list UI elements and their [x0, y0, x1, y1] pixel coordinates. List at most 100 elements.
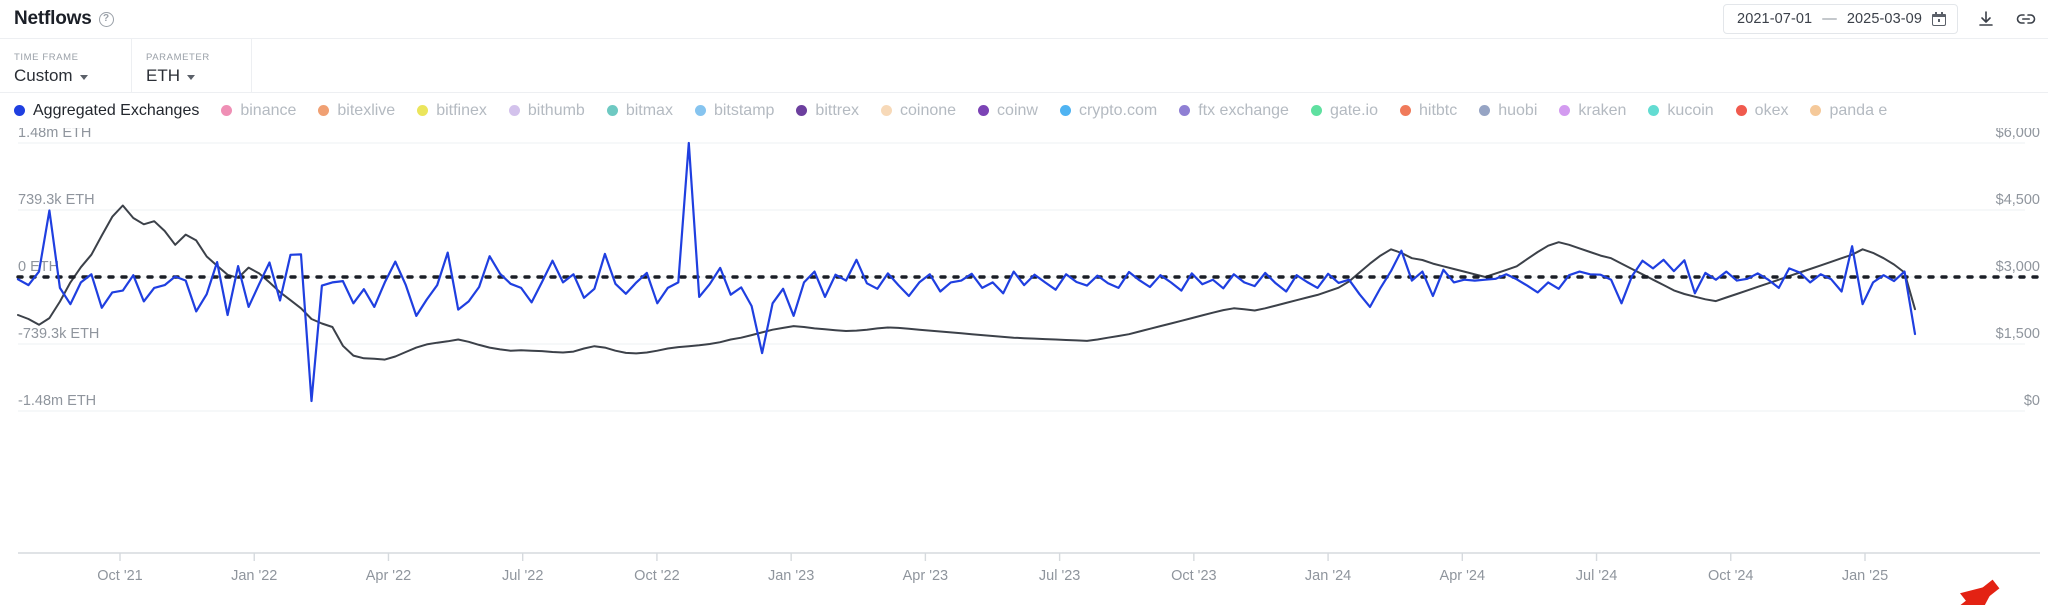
page-header: Netflows ? 2021-07-01 — 2025-03-09 [0, 0, 2048, 38]
date-range-separator: — [1822, 11, 1837, 27]
legend-color-dot [1399, 105, 1411, 116]
parameter-value: ETH [146, 66, 180, 85]
x-axis-tick-label: Oct '24 [1708, 568, 1753, 584]
calendar-icon [1932, 12, 1946, 26]
legend-item-bitstamp[interactable]: bitstamp [694, 101, 775, 120]
legend-item-label: hitbtc [1418, 101, 1458, 119]
parameter-dropdown[interactable]: ETH [146, 66, 235, 86]
legend-item-bitmax[interactable]: bitmax [606, 101, 673, 120]
legend-color-dot [1559, 105, 1571, 116]
legend-color-dot [881, 105, 892, 116]
x-axis-tick-label: Oct '23 [1171, 568, 1216, 584]
y2-axis-tick-label: $4,500 [1996, 192, 2040, 208]
legend-item-label: coinone [900, 101, 957, 119]
time-frame-label: TIME FRAME [14, 52, 79, 63]
x-axis-tick-label: Oct '22 [634, 568, 679, 584]
legend-item-gate-io[interactable]: gate.io [1310, 101, 1378, 120]
legend-color-dot [1310, 105, 1322, 116]
legend-color-dot [318, 105, 330, 116]
legend-color-dot [417, 105, 429, 116]
legend-item-label: kucoin [1667, 101, 1714, 119]
legend-item-label: binance [240, 101, 297, 119]
legend-item-label: ftx exchange [1198, 101, 1289, 119]
chevron-down-icon [79, 75, 88, 80]
legend-item-label: panda e [1829, 101, 1888, 119]
legend-item-label: gate.io [1329, 101, 1378, 119]
legend-item-bitfinex[interactable]: bitfinex [417, 102, 487, 120]
legend-item-label: huobi [1498, 101, 1538, 119]
chevron-down-icon [187, 75, 195, 80]
legend-item-bitexlive[interactable]: bitexlive [318, 102, 395, 120]
legend-item-label: bitstamp [713, 101, 775, 119]
y-axis-tick-label: -1.48m ETH [18, 393, 96, 409]
legend-color-dot [978, 105, 990, 116]
legend-color-dot [221, 105, 233, 116]
legend-item-panda-e[interactable]: panda e [1810, 102, 1887, 120]
red-arrow-right [1960, 579, 2000, 605]
x-axis-tick-label: Jan '24 [1305, 568, 1351, 584]
x-axis-tick-label: Jul '24 [1576, 568, 1617, 584]
series-legend: Aggregated Exchanges binance bitexlive bitf… [0, 93, 2048, 128]
date-end-value: 2025-03-09 [1846, 11, 1922, 27]
legend-item-label: Aggregated Exchanges [33, 101, 200, 119]
legend-item-bithumb[interactable]: bithumb [508, 102, 585, 120]
x-axis-tick-label: Jul '22 [502, 568, 543, 584]
legend-item-ftx-exchange[interactable]: ftx exchange [1179, 102, 1289, 120]
date-start-value: 2021-07-01 [1737, 11, 1813, 27]
y-axis-tick-label: -739.3k ETH [18, 326, 99, 342]
header-actions: 2021-07-01 — 2025-03-09 [1723, 4, 2048, 34]
legend-color-dot [1648, 105, 1660, 116]
legend-item-aggregated-exchanges[interactable]: Aggregated Exchanges [14, 102, 199, 120]
legend-item-label: bittrex [815, 101, 859, 119]
download-icon[interactable] [1974, 7, 1998, 31]
legend-item-label: bitexlive [337, 101, 396, 119]
legend-color-dot [1179, 105, 1191, 116]
y2-axis-tick-label: $1,500 [1996, 326, 2040, 342]
controls-spacer [252, 39, 2048, 92]
time-frame-control[interactable]: TIME FRAME Custom [0, 39, 132, 92]
legend-color-dot [1059, 105, 1071, 116]
controls-bar: TIME FRAME Custom PARAMETER ETH [0, 38, 2048, 93]
legend-color-dot [1479, 105, 1491, 116]
title-group: Netflows ? [0, 8, 114, 30]
x-axis-tick-label: Apr '23 [903, 568, 949, 584]
time-frame-dropdown[interactable]: Custom [14, 66, 115, 86]
legend-color-dot [796, 105, 808, 116]
legend-item-okex[interactable]: okex [1735, 101, 1789, 120]
x-axis-tick-label: Apr '22 [366, 568, 412, 584]
link-icon[interactable] [2014, 7, 2038, 31]
legend-item-huobi[interactable]: huobi [1479, 102, 1537, 120]
y2-axis-tick-label: $0 [2024, 393, 2040, 409]
legend-item-kucoin[interactable]: kucoin [1648, 101, 1714, 120]
legend-item-bittrex[interactable]: bittrex [796, 102, 859, 120]
legend-item-label: coinw [997, 101, 1038, 119]
netflows-series-line[interactable] [16, 141, 1917, 403]
date-range-picker[interactable]: 2021-07-01 — 2025-03-09 [1723, 4, 1958, 34]
legend-item-label: bitmax [625, 101, 673, 119]
legend-item-binance[interactable]: binance [221, 102, 296, 120]
parameter-label: PARAMETER [146, 52, 210, 63]
chart-container: 1.48m ETH 739.3k ETH 0 ETH -739.3k ETH -1.48… [0, 128, 2048, 605]
x-axis-tick-label: Apr '24 [1440, 568, 1486, 584]
legend-color-dot [1735, 105, 1747, 116]
y2-axis-tick-label: $3,000 [1996, 259, 2040, 275]
y-axis-tick-label: 1.48m ETH [18, 128, 91, 141]
legend-item-crypto-com[interactable]: crypto.com [1059, 101, 1158, 120]
legend-item-label: crypto.com [1078, 101, 1158, 119]
time-frame-value: Custom [14, 66, 73, 85]
y2-axis-tick-label: $6,000 [1996, 128, 2040, 141]
legend-item-coinone[interactable]: coinone [881, 102, 956, 120]
parameter-control[interactable]: PARAMETER ETH [132, 39, 252, 92]
netflows-line-chart[interactable]: 1.48m ETH739.3k ETH0 ETH-739.3k ETH-1.48… [0, 128, 2048, 605]
x-axis-tick-label: Jan '25 [1842, 568, 1888, 584]
legend-item-hitbtc[interactable]: hitbtc [1399, 101, 1458, 120]
page-title: Netflows [14, 8, 92, 29]
question-circle-icon[interactable]: ? [98, 11, 114, 27]
legend-item-kraken[interactable]: kraken [1559, 102, 1626, 120]
legend-item-coinw[interactable]: coinw [978, 102, 1038, 120]
x-axis-tick-label: Oct '21 [97, 568, 142, 584]
legend-item-label: bitfinex [436, 101, 487, 119]
legend-color-dot [1810, 105, 1822, 116]
netflows-chart-page: Netflows ? 2021-07-01 — 2025-03-09 TIME … [0, 0, 2048, 605]
legend-item-label: okex [1754, 101, 1789, 119]
